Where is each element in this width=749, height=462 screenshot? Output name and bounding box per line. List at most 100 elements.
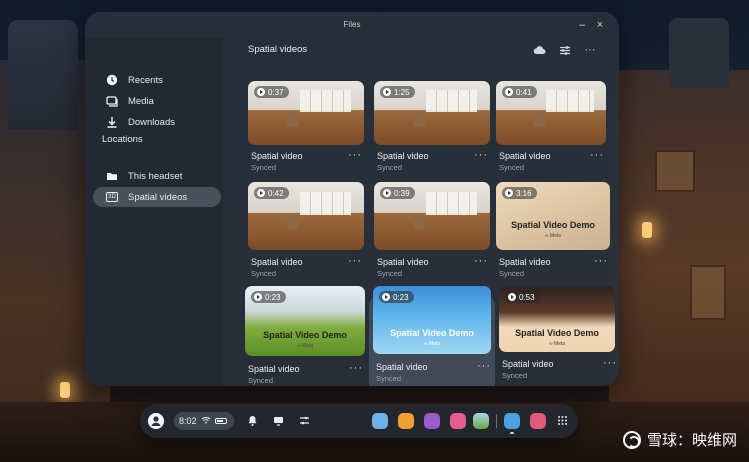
- video-title: Spatial video: [377, 151, 429, 161]
- video-title: Spatial video: [376, 362, 428, 372]
- sync-status: Synced: [499, 163, 525, 172]
- thumbnail-overlay-title: Spatial Video Demo: [263, 330, 347, 340]
- duration-badge: 0:39: [380, 187, 415, 199]
- tile-more-icon[interactable]: ···: [477, 360, 491, 372]
- tile-more-icon[interactable]: ···: [348, 255, 362, 267]
- video-tile[interactable]: 0:53 Spatial Video Demo ∞ Meta Spatial v…: [499, 286, 616, 380]
- video-tile[interactable]: 0:39 Spatial video Synced ···: [374, 182, 490, 278]
- close-button[interactable]: ×: [593, 18, 607, 32]
- download-icon: [105, 115, 119, 129]
- video-thumbnail[interactable]: 1:25: [374, 81, 490, 145]
- sidebar-item-recents[interactable]: Recents: [93, 70, 221, 90]
- gallery-app-icon[interactable]: [372, 413, 388, 429]
- duration-text: 0:23: [265, 292, 281, 302]
- title-bar[interactable]: Files – ×: [85, 12, 619, 38]
- duration-text: 0:42: [268, 188, 284, 198]
- game-app-icon[interactable]: [530, 413, 546, 429]
- background-tower-right: [669, 18, 729, 88]
- camera-app-icon[interactable]: [450, 413, 466, 429]
- media-icon: [105, 94, 119, 108]
- video-tile[interactable]: 0:41 Spatial video Synced ···: [496, 81, 612, 172]
- tile-more-icon[interactable]: ···: [474, 149, 488, 161]
- meta-logo: ∞ Meta: [548, 341, 566, 347]
- sidebar-item-label: This headset: [128, 170, 183, 182]
- 3d-badge-icon: 3D: [105, 190, 119, 204]
- background-window: [690, 265, 726, 320]
- filter-icon[interactable]: [557, 42, 573, 58]
- more-icon[interactable]: ···: [582, 42, 598, 58]
- video-title: Spatial video: [251, 151, 303, 161]
- sidebar-item-media[interactable]: Media: [93, 91, 221, 111]
- video-tile[interactable]: 1:25 Spatial video Synced ···: [374, 81, 490, 172]
- tile-more-icon[interactable]: ···: [474, 255, 488, 267]
- video-title: Spatial video: [377, 257, 429, 267]
- video-thumbnail[interactable]: 0:39: [374, 182, 490, 250]
- duration-badge: 1:25: [380, 86, 415, 98]
- video-title: Spatial video: [499, 151, 551, 161]
- status-cluster[interactable]: 8:02: [174, 412, 234, 430]
- avatar[interactable]: [148, 413, 164, 429]
- clock-time: 8:02: [179, 416, 197, 426]
- sidebar-item-label: Recents: [128, 74, 163, 86]
- video-thumbnail[interactable]: 0:37: [248, 81, 364, 145]
- sidebar-item-downloads[interactable]: Downloads: [93, 112, 221, 132]
- play-icon: [505, 189, 513, 197]
- sync-status: Synced: [377, 269, 403, 278]
- battery-icon: [214, 418, 227, 424]
- video-tile[interactable]: 0:37 Spatial video Synced ···: [248, 81, 364, 172]
- tile-more-icon[interactable]: ···: [348, 149, 362, 161]
- sync-status: Synced: [377, 163, 403, 172]
- duration-badge: 0:42: [254, 187, 289, 199]
- tile-more-icon[interactable]: ···: [349, 362, 363, 374]
- duration-badge: 0:53: [505, 291, 540, 303]
- tile-more-icon[interactable]: ···: [603, 357, 617, 369]
- video-tile[interactable]: 0:42 Spatial video Synced ···: [248, 182, 364, 278]
- watermark: 雪球：映维网: [622, 429, 737, 450]
- share-icon[interactable]: [272, 415, 284, 427]
- sync-status: Synced: [499, 269, 525, 278]
- watermark-text: 雪球：映维网: [646, 431, 737, 449]
- video-tile[interactable]: 0:23 Spatial Video Demo ∞ Meta Spatial v…: [373, 286, 491, 383]
- video-thumbnail[interactable]: 0:23 Spatial Video Demo ∞ Meta: [373, 286, 491, 354]
- sync-status: Synced: [376, 374, 402, 383]
- 3d-badge-text: 3D: [106, 192, 118, 202]
- cloud-icon[interactable]: [531, 42, 547, 58]
- duration-badge: 0:41: [502, 86, 537, 98]
- play-icon: [257, 88, 265, 96]
- duration-text: 0:41: [516, 87, 532, 97]
- tile-more-icon[interactable]: ···: [594, 255, 608, 267]
- video-thumbnail[interactable]: 0:42: [248, 182, 364, 250]
- app-library-icon[interactable]: [556, 415, 568, 427]
- video-thumbnail[interactable]: 0:23 Spatial Video Demo ∞ Meta: [245, 286, 365, 356]
- video-tile[interactable]: 3:16 Spatial Video Demo ∞ Meta Spatial v…: [496, 182, 612, 278]
- explore-app-icon[interactable]: [473, 413, 489, 429]
- duration-text: 3:16: [516, 188, 532, 198]
- files-app-icon[interactable]: [504, 413, 520, 429]
- video-thumbnail[interactable]: 0:53 Spatial Video Demo ∞ Meta: [499, 286, 615, 352]
- people-app-icon[interactable]: [424, 413, 440, 429]
- play-icon: [383, 189, 391, 197]
- video-tile[interactable]: 0:23 Spatial Video Demo ∞ Meta Spatial v…: [245, 286, 365, 385]
- video-thumbnail[interactable]: 0:41: [496, 81, 606, 145]
- video-thumbnail[interactable]: 3:16 Spatial Video Demo ∞ Meta: [496, 182, 610, 250]
- watermark-logo-icon: [622, 430, 641, 449]
- window-title: Files: [343, 20, 361, 29]
- store-app-icon[interactable]: [398, 413, 414, 429]
- duration-badge: 0:23: [379, 291, 414, 303]
- play-icon: [254, 293, 262, 301]
- duration-badge: 0:23: [251, 291, 286, 303]
- sidebar-item-spatial-videos[interactable]: 3D Spatial videos: [93, 187, 221, 207]
- sync-status: Synced: [251, 269, 277, 278]
- notifications-icon[interactable]: [246, 415, 258, 427]
- sidebar-item-this-headset[interactable]: This headset: [93, 166, 221, 186]
- clock-icon: [105, 73, 119, 87]
- thumbnail-overlay-title: Spatial Video Demo: [515, 328, 599, 338]
- active-app-indicator: [510, 432, 514, 434]
- tile-more-icon[interactable]: ···: [590, 149, 604, 161]
- background-lantern: [60, 382, 70, 398]
- sync-status: Synced: [248, 376, 274, 385]
- files-window: Files – × Recents Media Downloads Locati…: [85, 12, 619, 386]
- quick-settings-icon[interactable]: [298, 415, 310, 427]
- background-lantern: [642, 222, 652, 238]
- minimize-button[interactable]: –: [575, 18, 589, 32]
